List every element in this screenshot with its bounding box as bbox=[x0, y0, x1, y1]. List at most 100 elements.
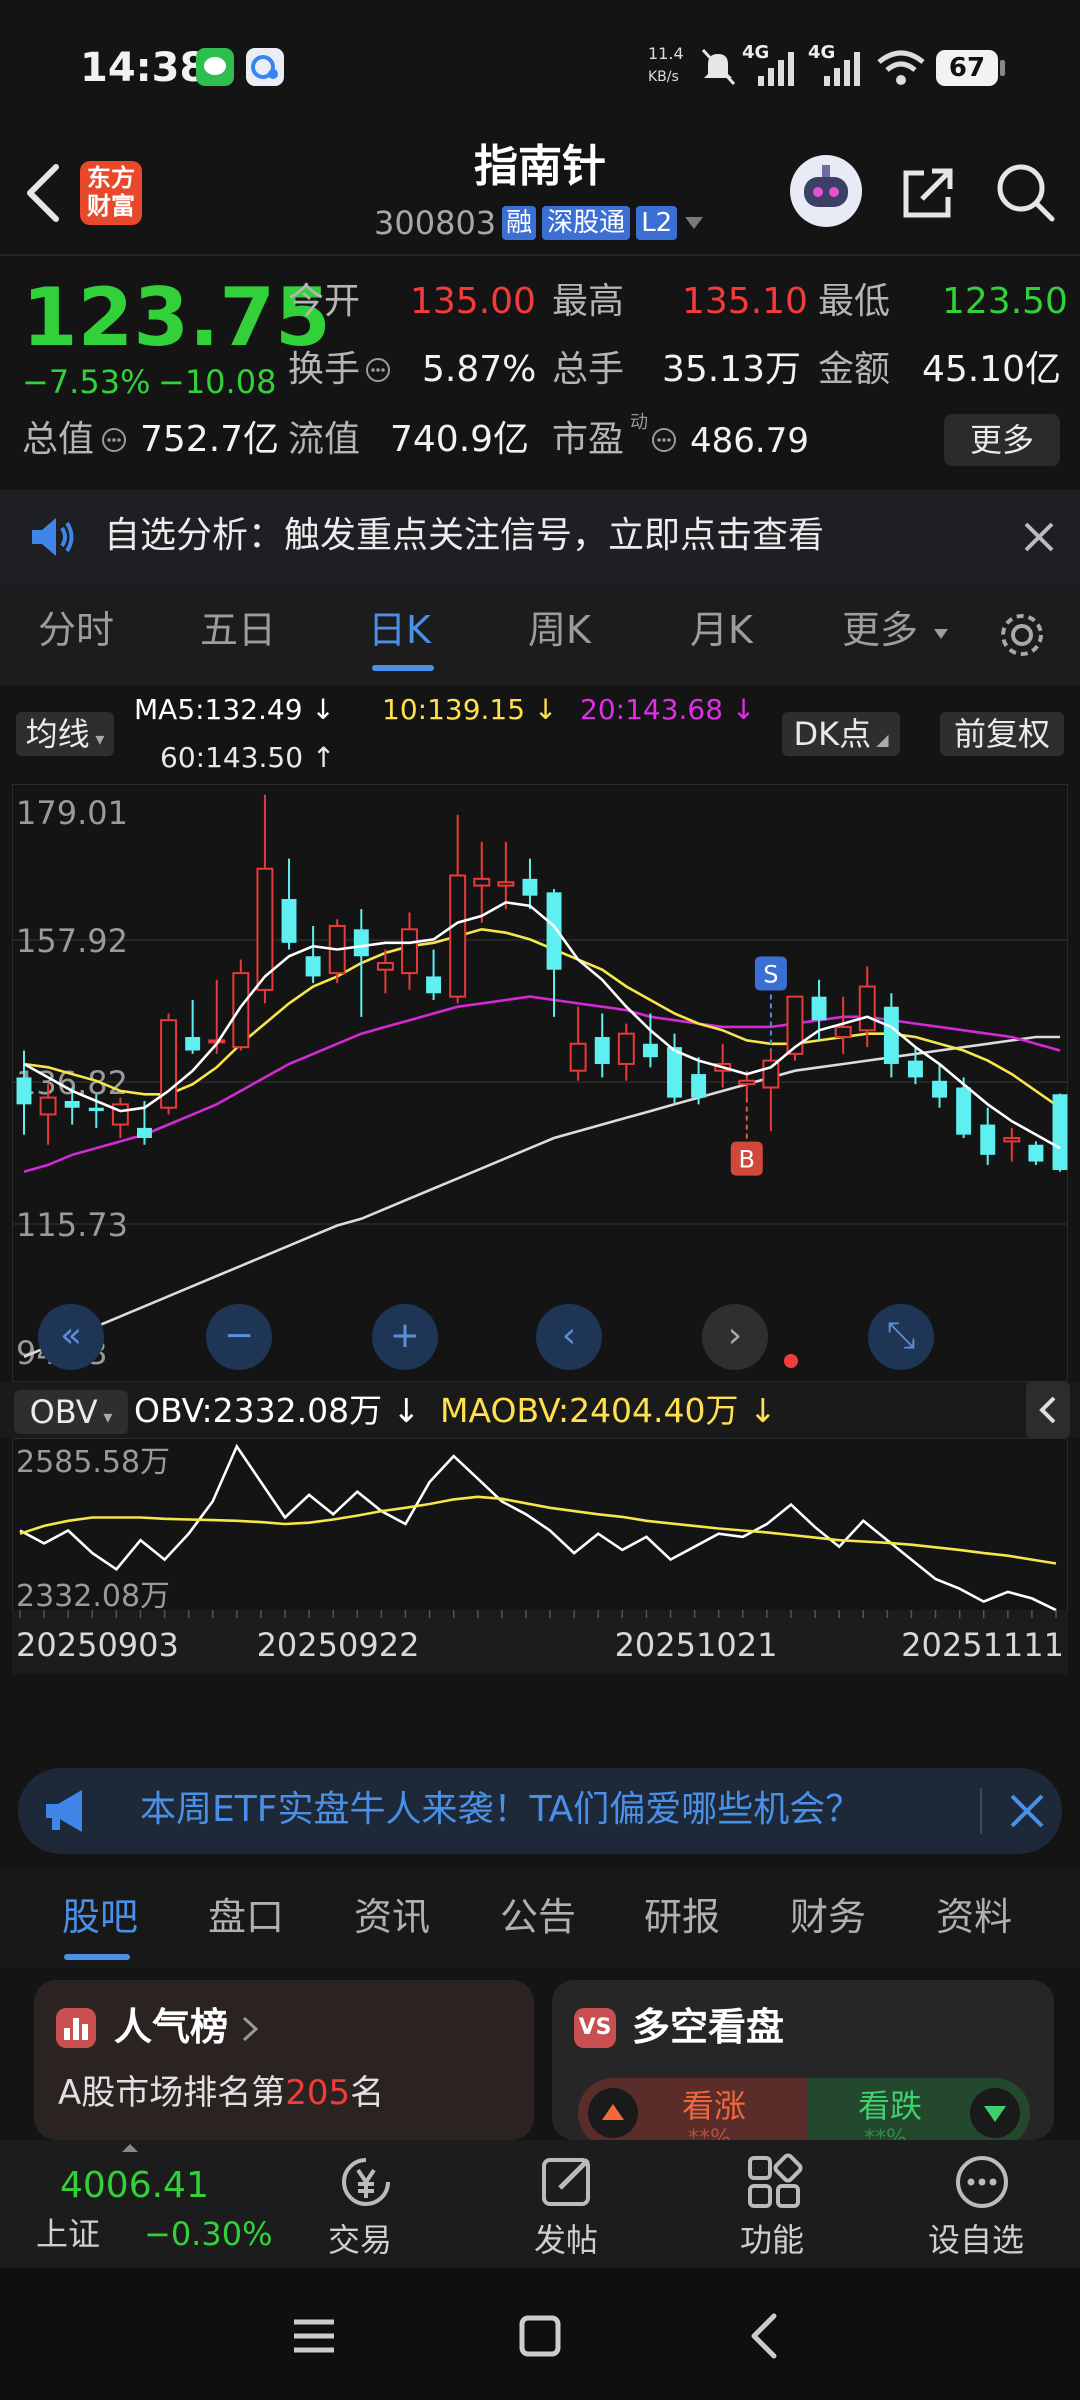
obv-y-tick-min: 2332.08万 bbox=[16, 1579, 170, 1614]
pe-value: 486.79 bbox=[690, 421, 809, 461]
tab-news[interactable]: 资讯 bbox=[354, 1898, 430, 1936]
more-button[interactable]: 更多 bbox=[944, 414, 1060, 466]
candle-body bbox=[136, 1127, 152, 1139]
fast-back-button[interactable]: « bbox=[38, 1304, 104, 1370]
watchlist-label: 设自选 bbox=[928, 2221, 1025, 2259]
function-button[interactable]: 功能 bbox=[728, 2140, 818, 2268]
obv-chart[interactable]: 2585.58万 2332.08万 20250903 20250922 20251021… bbox=[12, 1438, 1068, 1674]
close-icon[interactable] bbox=[1022, 520, 1056, 554]
tab-finance[interactable]: 财务 bbox=[790, 1898, 866, 1936]
candle-body bbox=[1052, 1094, 1068, 1170]
bull-bear-title: 多空看盘 bbox=[632, 2005, 785, 2049]
popularity-card[interactable]: 人气榜 A股市场排名第205名 bbox=[34, 1980, 534, 2140]
kline-chart[interactable]: 179.01157.92136.82115.7394.63SB bbox=[12, 784, 1068, 1382]
live-dot bbox=[784, 1354, 798, 1368]
candle-body bbox=[16, 1077, 32, 1105]
tab-more[interactable]: 更多 bbox=[842, 611, 918, 649]
tab-indicator bbox=[372, 665, 434, 671]
stock-code-row[interactable]: 300803 融 深股通 L2 bbox=[374, 203, 705, 243]
candle-body bbox=[1003, 1137, 1021, 1143]
signal-notice[interactable]: 自选分析：触发重点关注信号，立即点击查看 bbox=[0, 490, 1080, 585]
candle-body bbox=[376, 961, 394, 971]
open-label: 今开 bbox=[288, 281, 361, 322]
more-dots-icon bbox=[956, 2156, 1008, 2208]
pe-sup: 动 bbox=[630, 412, 648, 433]
tab-five-day[interactable]: 五日 bbox=[200, 611, 276, 649]
back-nav-icon[interactable] bbox=[748, 2312, 780, 2360]
info-icon[interactable] bbox=[650, 426, 678, 454]
tab-daily-k[interactable]: 日K bbox=[368, 611, 431, 649]
candle-body bbox=[980, 1124, 996, 1155]
quote-panel: 123.75 −7.53% −10.08 今开 135.00 最高 135.10… bbox=[0, 256, 1080, 490]
tab-guba[interactable]: 股吧 bbox=[62, 1898, 138, 1936]
dk-point-button[interactable]: DK点 ◢ bbox=[782, 712, 900, 756]
function-label: 功能 bbox=[740, 2221, 805, 2259]
open-value: 135.00 bbox=[410, 281, 536, 322]
candle-body bbox=[185, 1037, 201, 1051]
info-icon[interactable] bbox=[364, 356, 392, 384]
chevron-right-icon bbox=[242, 2016, 259, 2042]
fullscreen-button[interactable]: ⤡ bbox=[868, 1304, 934, 1370]
next-button[interactable]: › bbox=[702, 1304, 768, 1370]
kline-y-tick: 179.01 bbox=[16, 794, 128, 832]
index-ticker[interactable]: 4006.41 上证 −0.30% bbox=[0, 2140, 300, 2268]
tab-monthly-k[interactable]: 月K bbox=[690, 611, 753, 649]
tab-weekly-k[interactable]: 周K bbox=[528, 611, 591, 649]
grid-icon bbox=[748, 2153, 803, 2208]
tab-pankou[interactable]: 盘口 bbox=[208, 1898, 284, 1936]
battery-tip bbox=[1000, 60, 1005, 76]
collapse-panel-button[interactable] bbox=[1026, 1382, 1070, 1438]
high-label: 最高 bbox=[552, 281, 625, 322]
stock-code: 300803 bbox=[374, 204, 497, 242]
tab-timeshare[interactable]: 分时 bbox=[38, 611, 114, 649]
candle-body bbox=[738, 1079, 756, 1086]
pe-label: 市盈 bbox=[552, 419, 625, 460]
bull-button[interactable]: 看涨 **% bbox=[578, 2078, 808, 2150]
share-icon[interactable] bbox=[900, 163, 958, 221]
ma-select-label: 均线 bbox=[25, 715, 90, 753]
gear-icon[interactable] bbox=[996, 609, 1048, 661]
candle-body bbox=[232, 972, 250, 1049]
add-watchlist-button[interactable]: 设自选 bbox=[920, 2140, 1050, 2268]
menu-icon[interactable] bbox=[292, 2316, 336, 2356]
candle-body bbox=[834, 1025, 852, 1039]
bear-button[interactable]: 看跌 **% bbox=[808, 2078, 1030, 2150]
obv-value: OBV:2332.08万 ↓ bbox=[134, 1391, 421, 1430]
adjust-select-button[interactable]: 前复权 bbox=[940, 712, 1064, 756]
badge-rong: 融 bbox=[502, 206, 537, 240]
wechat-icon bbox=[196, 48, 234, 86]
dk-label: DK点 bbox=[793, 715, 872, 753]
prev-button[interactable]: ‹ bbox=[536, 1304, 602, 1370]
up-arrow-icon bbox=[588, 2088, 638, 2138]
close-icon[interactable] bbox=[1008, 1792, 1046, 1830]
zoom-out-button[interactable]: − bbox=[206, 1304, 272, 1370]
home-icon[interactable] bbox=[518, 2314, 562, 2358]
etf-banner[interactable]: 本周ETF实盘牛人来袭！TA们偏爱哪些机会？ bbox=[18, 1768, 1062, 1854]
robot-assistant-icon[interactable] bbox=[790, 155, 862, 227]
bull-bear-card[interactable]: VS 多空看盘 看涨 **% 看跌 **% bbox=[552, 1980, 1054, 2150]
ma20-legend: 20:143.68 ↓ bbox=[580, 693, 756, 726]
tab-profile[interactable]: 资料 bbox=[936, 1898, 1012, 1936]
index-change: −0.30% bbox=[144, 2215, 273, 2253]
post-button[interactable]: 发帖 bbox=[522, 2140, 612, 2268]
obv-select[interactable]: OBV ▾ bbox=[14, 1390, 128, 1434]
candle-body bbox=[426, 976, 442, 994]
float-label: 流值 bbox=[288, 419, 361, 460]
index-name: 上证 bbox=[36, 2215, 101, 2253]
tab-research[interactable]: 研报 bbox=[644, 1898, 720, 1936]
info-icon[interactable] bbox=[100, 426, 128, 454]
kline-y-tick: 115.73 bbox=[16, 1206, 128, 1244]
candle-body bbox=[449, 874, 467, 998]
zoom-in-button[interactable]: + bbox=[372, 1304, 438, 1370]
date-x-tick: 20250922 bbox=[257, 1626, 420, 1664]
speaker-icon bbox=[32, 518, 74, 556]
ma-select[interactable]: 均线 ▾ bbox=[16, 712, 114, 756]
trade-button[interactable]: 交易 bbox=[316, 2140, 406, 2268]
date-x-tick: 20250903 bbox=[16, 1626, 179, 1664]
search-icon[interactable] bbox=[994, 161, 1056, 223]
net-speed: 11.4 bbox=[648, 44, 684, 63]
change-pct: −7.53% bbox=[22, 363, 151, 401]
candle-body bbox=[883, 1006, 899, 1064]
post-label: 发帖 bbox=[534, 2221, 599, 2259]
tab-announcements[interactable]: 公告 bbox=[500, 1898, 576, 1936]
